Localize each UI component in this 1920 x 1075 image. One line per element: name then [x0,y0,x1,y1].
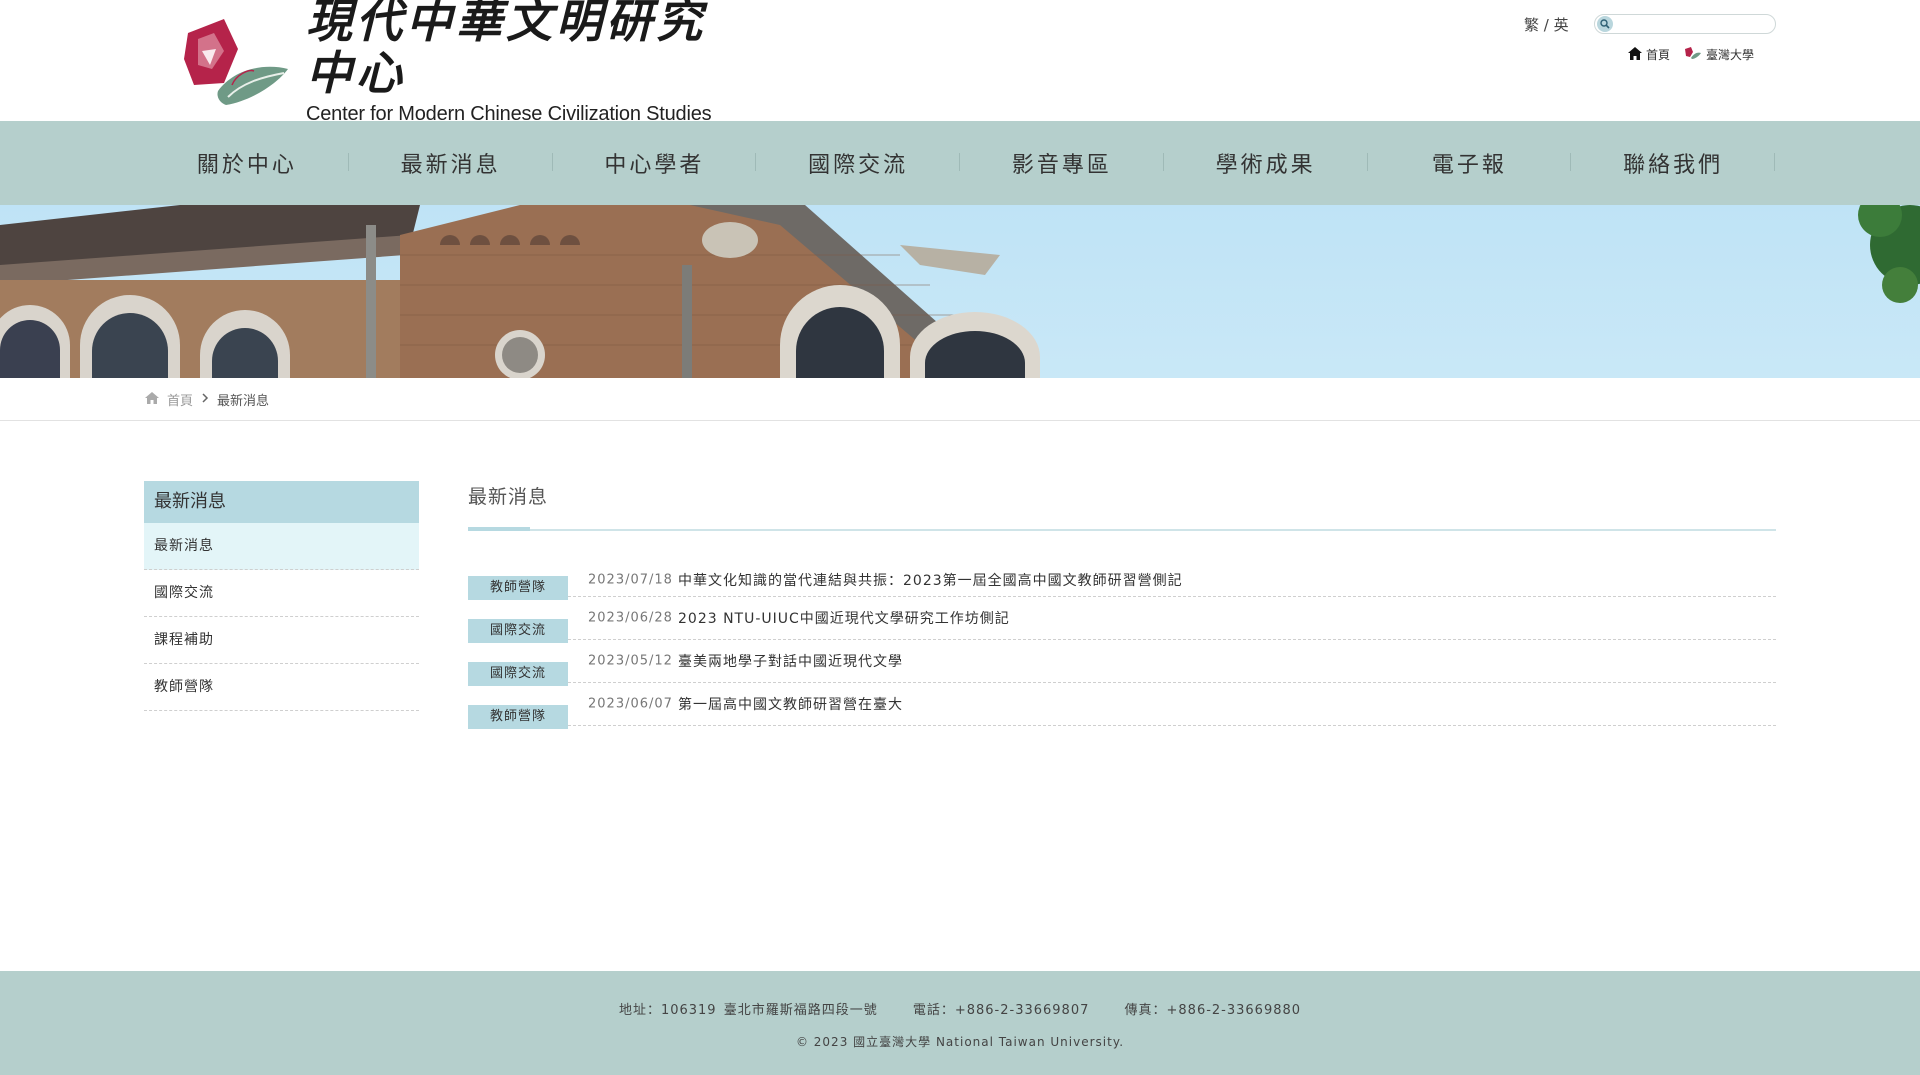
news-title-link[interactable]: 第一屆高中國文教師研習營在臺大 [678,694,903,714]
search-input[interactable] [1617,16,1767,32]
title-divider [468,525,1776,531]
news-category-tag: 教師營隊 [468,705,568,729]
breadcrumb-current: 最新消息 [217,394,270,409]
site-footer: 地址：106319 臺北市羅斯福路四段一號 電話：+886-2-33669807… [0,971,1920,1075]
top-links: 首頁 臺灣大學 [1628,46,1754,63]
news-date: 2023/05/12 [588,653,673,669]
breadcrumb-home-icon[interactable] [145,391,159,408]
site-header: 現代中華文明研究中心 Center for Modern Chinese Civ… [0,0,1920,125]
main-navigation: 關於中心 最新消息 中心學者 國際交流 影音專區 學術成果 電子報 聯絡我們 [0,121,1920,205]
lang-traditional-link[interactable]: 繁 [1524,16,1539,34]
nav-item-research[interactable]: 學術成果 [1164,121,1368,205]
footer-phone: 電話：+886-2-33669807 [912,1003,1090,1018]
news-title-link[interactable]: 臺美兩地學子對話中國近現代文學 [678,651,903,671]
banner-image [0,205,1920,378]
sidebar-item-teacher-camp[interactable]: 教師營隊 [144,664,419,711]
logo-mark-icon [180,13,292,108]
news-title-link[interactable]: 中華文化知識的當代連結與共振：2023第一屆全國高中國文教師研習營側記 [678,570,1183,590]
ntu-link-label: 臺灣大學 [1706,48,1755,62]
news-date: 2023/06/07 [588,696,673,712]
logo-chinese-title: 現代中華文明研究中心 [306,0,706,100]
chevron-right-icon [201,392,209,407]
news-item[interactable]: 國際交流 2023/06/28 2023 NTU-UIUC中國近現代文學研究工作… [468,597,1776,643]
news-date: 2023/06/28 [588,610,673,626]
sidebar: 最新消息 最新消息 國際交流 課程補助 教師營隊 [144,481,419,711]
nav-item-contact[interactable]: 聯絡我們 [1571,121,1775,205]
sidebar-item-international[interactable]: 國際交流 [144,570,419,617]
ntu-link[interactable]: 臺灣大學 [1684,46,1754,63]
lang-separator: / [1543,16,1549,34]
breadcrumb-home-link[interactable]: 首頁 [167,390,193,409]
news-title-link[interactable]: 2023 NTU-UIUC中國近現代文學研究工作坊側記 [678,608,1010,628]
home-icon [1628,46,1642,63]
banner-building-illustration [0,205,1920,378]
sidebar-title: 最新消息 [144,481,419,523]
language-switcher: 繁 / 英 [1524,14,1569,35]
main-content: 最新消息 教師營隊 2023/07/18 中華文化知識的當代連結與共振：2023… [468,481,1776,729]
footer-copyright: © 2023 國立臺灣大學 National Taiwan University… [795,1035,1125,1049]
search-icon[interactable] [1597,16,1613,32]
news-item[interactable]: 國際交流 2023/05/12 臺美兩地學子對話中國近現代文學 [468,640,1776,686]
breadcrumb: 首頁 最新消息 [0,378,1920,421]
sidebar-item-news[interactable]: 最新消息 [144,523,419,570]
news-list: 教師營隊 2023/07/18 中華文化知識的當代連結與共振：2023第一屆全國… [468,564,1776,729]
nav-item-international[interactable]: 國際交流 [756,121,960,205]
search-box [1594,14,1776,34]
footer-contact-info: 地址：106319 臺北市羅斯福路四段一號 電話：+886-2-33669807… [0,999,1920,1018]
home-link-label: 首頁 [1646,48,1671,62]
ntu-logo-icon [1684,46,1702,63]
lang-english-link[interactable]: 英 [1554,16,1569,34]
news-item[interactable]: 教師營隊 2023/07/18 中華文化知識的當代連結與共振：2023第一屆全國… [468,564,1776,600]
nav-item-media[interactable]: 影音專區 [960,121,1164,205]
nav-item-about[interactable]: 關於中心 [145,121,349,205]
site-logo[interactable]: 現代中華文明研究中心 Center for Modern Chinese Civ… [180,0,740,125]
nav-item-scholars[interactable]: 中心學者 [553,121,757,205]
nav-item-newsletter[interactable]: 電子報 [1368,121,1572,205]
nav-item-news[interactable]: 最新消息 [349,121,553,205]
news-date: 2023/07/18 [588,572,673,588]
footer-address: 地址：106319 臺北市羅斯福路四段一號 [618,1003,878,1018]
home-link[interactable]: 首頁 [1628,46,1670,63]
page-title: 最新消息 [468,486,549,508]
footer-fax: 傳真：+886-2-33669880 [1124,1003,1302,1018]
sidebar-item-course-grants[interactable]: 課程補助 [144,617,419,664]
news-item[interactable]: 教師營隊 2023/06/07 第一屆高中國文教師研習營在臺大 [468,683,1776,729]
